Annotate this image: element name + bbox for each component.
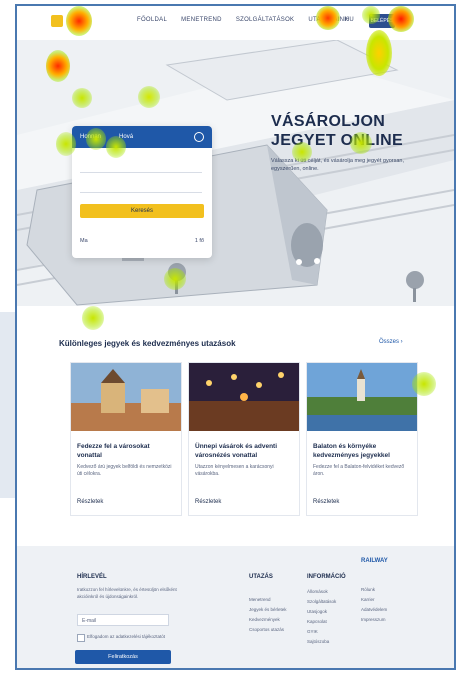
nav-item-trips[interactable]: UTAZÁSAINK xyxy=(308,17,348,23)
offer-details-link[interactable]: Részletek xyxy=(77,499,103,505)
newsletter-title: HÍRLEVÉL xyxy=(77,574,107,580)
to-label: Hová xyxy=(119,134,134,140)
side-strip xyxy=(0,312,15,498)
footer-link[interactable]: Jegyek és bérletek xyxy=(249,606,287,613)
offer-title: Fedezze fel a városokat vonattal xyxy=(77,443,150,459)
offer-card[interactable]: Balaton és környéke kedvezményes jegyekk… xyxy=(306,362,418,516)
offer-details-link[interactable]: Részletek xyxy=(195,499,221,505)
subscribe-button[interactable]: Feliratkozás xyxy=(75,650,171,664)
passenger-selector[interactable]: 1 fő xyxy=(195,238,204,244)
offer-image-city xyxy=(71,363,181,431)
offer-desc: Utazzon kényelmesen a karácsonyi vásárok… xyxy=(195,464,274,477)
hero-section: VÁSÁROLJON JEGYET ONLINE Válassza ki úti… xyxy=(17,40,454,306)
newsletter-text: Iratkozzon fel hírlevelünkre, és értesül… xyxy=(77,587,177,599)
nav-item-home[interactable]: FŐOLDAL xyxy=(137,17,167,23)
footer-link[interactable]: Impresszum xyxy=(361,616,386,623)
offer-title: Balaton és környéke kedvezményes jegyekk… xyxy=(313,443,390,459)
footer-link[interactable]: Karrier xyxy=(361,596,375,603)
offer-details-link[interactable]: Részletek xyxy=(313,499,339,505)
specials-all-link[interactable]: Összes › xyxy=(379,339,403,345)
top-navigation: FŐOLDAL MENETREND SZOLGÁLTATÁSOK UTAZÁSA… xyxy=(17,6,454,41)
footer-brand: RAILWAY xyxy=(361,558,388,564)
booking-options: Ma 1 fő xyxy=(80,238,204,244)
footer-link[interactable]: Sajtószoba xyxy=(307,638,329,645)
email-field[interactable]: E-mail xyxy=(77,614,169,626)
offer-desc: Fedezze fel a Balaton-felvidéket kedvező… xyxy=(313,464,405,477)
footer-link[interactable]: Szolgáltatások xyxy=(307,598,336,605)
hero-title: VÁSÁROLJON JEGYET ONLINE xyxy=(271,113,403,149)
logo-icon[interactable] xyxy=(51,15,63,27)
booking-card-header: Honnan Hová xyxy=(72,126,212,148)
hero-subtitle: Válassza ki úti célját, és vásárolja meg… xyxy=(271,158,404,172)
main-nav: FŐOLDAL MENETREND SZOLGÁLTATÁSOK UTAZÁSA… xyxy=(137,17,349,23)
footer-col-travel-title: UTAZÁS xyxy=(249,574,273,580)
footer-link[interactable]: GYIK xyxy=(307,628,318,635)
offer-image-lake xyxy=(307,363,417,431)
language-switch[interactable]: HU xyxy=(345,17,354,23)
specials-title: Különleges jegyek és kedvezményes utazás… xyxy=(59,339,236,348)
footer-link[interactable]: Utasjogok xyxy=(307,608,327,615)
date-selector[interactable]: Ma xyxy=(80,238,88,244)
footer-link[interactable]: Állomások xyxy=(307,588,328,595)
booking-card: Honnan Hová Keresés Ma 1 fő xyxy=(72,126,212,258)
offer-desc: Kedvező árú jegyek belföldi és nemzetköz… xyxy=(77,464,172,477)
footer-link[interactable]: Csoportos utazás xyxy=(249,626,284,633)
footer-link[interactable]: Kedvezmények xyxy=(249,616,280,623)
footer-col-info-title: INFORMÁCIÓ xyxy=(307,574,346,580)
offer-image-lights xyxy=(189,363,299,431)
swap-icon[interactable] xyxy=(194,132,204,142)
consent-checkbox[interactable] xyxy=(77,634,85,642)
footer-link[interactable]: Adatvédelem xyxy=(361,606,387,613)
search-button[interactable]: Keresés xyxy=(80,204,204,218)
offer-title: Ünnepi vásárok és adventi városnézés von… xyxy=(195,443,278,459)
footer-link[interactable]: Kapcsolat xyxy=(307,618,327,625)
offer-card[interactable]: Ünnepi vásárok és adventi városnézés von… xyxy=(188,362,300,516)
login-button[interactable]: BELÉPÉS xyxy=(369,14,395,28)
from-label: Honnan xyxy=(80,134,102,140)
footer: HÍRLEVÉL Iratkozzon fel hírlevelünkre, é… xyxy=(17,546,454,668)
offer-card[interactable]: Fedezze fel a városokat vonattal Kedvező… xyxy=(70,362,182,516)
from-input[interactable] xyxy=(80,158,202,173)
to-input[interactable] xyxy=(80,178,202,193)
consent-label: Elfogadom az adatkezelési tájékoztatót xyxy=(87,634,166,639)
nav-item-timetable[interactable]: MENETREND xyxy=(181,17,222,23)
footer-link[interactable]: Rólunk xyxy=(361,586,375,593)
footer-link[interactable]: Menetrend xyxy=(249,596,271,603)
page-frame: FŐOLDAL MENETREND SZOLGÁLTATÁSOK UTAZÁSA… xyxy=(15,4,456,670)
nav-item-services[interactable]: SZOLGÁLTATÁSOK xyxy=(236,17,295,23)
